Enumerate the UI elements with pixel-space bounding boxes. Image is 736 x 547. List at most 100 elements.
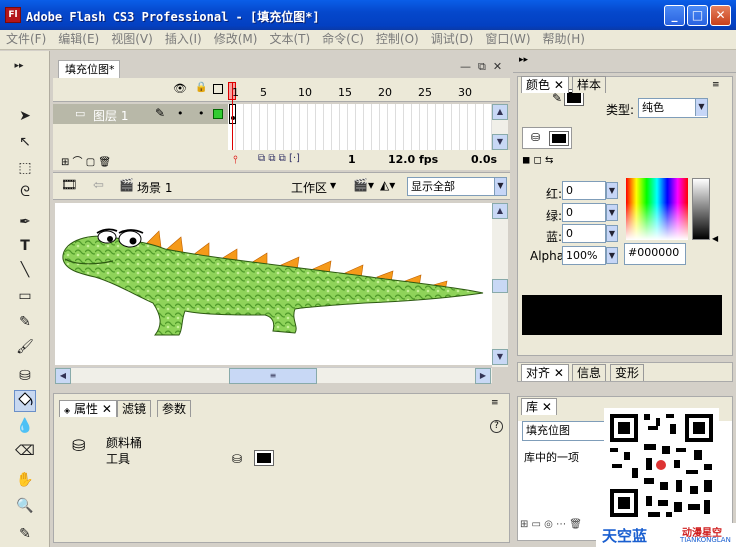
eraser-tool-icon[interactable]: ⌫ bbox=[14, 440, 36, 462]
visible-dot-icon[interactable]: • bbox=[177, 107, 184, 120]
stroke-color-icon[interactable]: ✎ bbox=[14, 523, 36, 545]
maximize-button[interactable]: □ bbox=[687, 5, 708, 26]
paint-bucket-tool-icon[interactable] bbox=[14, 390, 36, 412]
hand-tool-icon[interactable]: ✋ bbox=[14, 469, 36, 491]
chevron-down-icon[interactable]: ▼ bbox=[606, 225, 618, 242]
tab-parameters[interactable]: 参数 bbox=[157, 400, 192, 417]
tab-align[interactable]: 对齐 ✕ bbox=[521, 364, 569, 381]
blue-input[interactable]: 0 bbox=[562, 224, 606, 243]
menu-view[interactable]: 视图(V) bbox=[105, 30, 159, 49]
tab-info[interactable]: 信息 bbox=[572, 364, 607, 381]
color-spectrum[interactable] bbox=[626, 178, 688, 240]
new-symbol-icon[interactable]: ⊞ ▭ ◎ ⋯ 🗑 bbox=[520, 519, 582, 530]
stage[interactable] bbox=[55, 203, 492, 365]
close-button[interactable]: ✕ bbox=[710, 5, 731, 26]
chevron-down-icon[interactable]: ▼ bbox=[606, 182, 618, 199]
lock-icon[interactable]: 🔒 bbox=[195, 82, 207, 93]
scroll-right-icon[interactable]: ▶ bbox=[475, 368, 491, 384]
layer-color-icon[interactable] bbox=[213, 109, 223, 119]
lock-dot-icon[interactable]: • bbox=[198, 107, 205, 120]
green-input[interactable]: 0 bbox=[562, 203, 606, 222]
chevron-down-icon[interactable]: ▼ bbox=[606, 204, 618, 221]
back-arrow-icon[interactable]: ⇦ bbox=[93, 178, 104, 193]
panel-menu-icon[interactable]: ≡ bbox=[712, 80, 720, 90]
watermark-logo: 天空蓝 动漫星空 TIANKONGLAN bbox=[596, 523, 736, 547]
timeline-toggle-icon[interactable]: 🎞 bbox=[61, 178, 78, 193]
menu-text[interactable]: 文本(T) bbox=[263, 30, 316, 49]
free-transform-tool-icon[interactable]: ⬚ bbox=[14, 157, 36, 179]
menu-commands[interactable]: 命令(C) bbox=[316, 30, 370, 49]
tab-swatches[interactable]: 样本 bbox=[572, 76, 607, 93]
red-input[interactable]: 0 bbox=[562, 181, 606, 200]
menu-debug[interactable]: 调试(D) bbox=[425, 30, 480, 49]
document-tab[interactable]: 填充位图* bbox=[58, 60, 120, 78]
ink-bottle-tool-icon[interactable]: ⛁ bbox=[14, 365, 36, 387]
brightness-handle-icon[interactable]: ◀ bbox=[712, 234, 718, 243]
lasso-tool-icon[interactable]: ᘓ bbox=[14, 181, 36, 203]
onion-skin-icon[interactable]: ⧉ ⧉ ⧉ [·] bbox=[258, 153, 300, 164]
doc-window-controls-icon[interactable]: — ⧉ ✕ bbox=[460, 60, 502, 74]
chevron-down-icon[interactable]: ▼ bbox=[494, 178, 506, 195]
tab-filters[interactable]: 滤镜 bbox=[117, 400, 152, 417]
menu-edit[interactable]: 编辑(E) bbox=[52, 30, 105, 49]
layer-row[interactable]: ▭ 图层 1 ✎ • • bbox=[53, 104, 228, 124]
zoom-select[interactable]: 显示全部 ▼ bbox=[407, 177, 507, 196]
scroll-left-icon[interactable]: ◀ bbox=[55, 368, 71, 384]
rectangle-tool-icon[interactable]: ▭ bbox=[14, 285, 36, 307]
scroll-thumb[interactable]: ≡ bbox=[229, 368, 317, 384]
alpha-input[interactable]: 100% bbox=[562, 246, 606, 265]
tools-collapse-icon[interactable]: ▸▸ bbox=[8, 55, 30, 77]
text-tool-icon[interactable]: T bbox=[14, 235, 36, 257]
fill-selector[interactable]: ⛁ bbox=[522, 127, 572, 149]
scroll-up-icon[interactable]: ▲ bbox=[492, 203, 508, 219]
zoom-tool-icon[interactable]: 🔍 bbox=[14, 495, 36, 517]
center-frame-icon[interactable]: ⫯ bbox=[233, 153, 238, 167]
scroll-thumb[interactable] bbox=[492, 279, 508, 293]
pen-tool-icon[interactable]: ✒ bbox=[14, 211, 36, 233]
tab-library[interactable]: 库 ✕ bbox=[521, 398, 557, 415]
stage-vscroll[interactable]: ▲ ▼ bbox=[492, 203, 508, 367]
edit-symbol-icon[interactable]: ◭▾ bbox=[380, 178, 395, 192]
help-icon[interactable]: ? bbox=[490, 420, 503, 433]
fill-color-swatch[interactable] bbox=[549, 131, 569, 146]
menu-modify[interactable]: 修改(M) bbox=[208, 30, 264, 49]
eye-icon[interactable]: 👁 bbox=[173, 82, 187, 95]
workspace-menu[interactable]: 工作区 bbox=[291, 179, 327, 196]
fill-color-swatch[interactable] bbox=[254, 450, 274, 466]
scroll-up-icon[interactable]: ▲ bbox=[492, 104, 508, 120]
selection-tool-icon[interactable]: ➤ bbox=[14, 105, 36, 127]
timeline-vscroll[interactable]: ▲ ▼ bbox=[492, 104, 508, 150]
scroll-down-icon[interactable]: ▼ bbox=[492, 349, 508, 365]
stage-hscroll[interactable]: ◀ ≡ ▶ bbox=[55, 367, 492, 384]
line-tool-icon[interactable]: ╲ bbox=[14, 259, 36, 281]
subselection-tool-icon[interactable]: ↖ bbox=[14, 131, 36, 153]
chevron-down-icon[interactable]: ▼ bbox=[330, 181, 336, 190]
tab-color[interactable]: 颜色 ✕ bbox=[521, 76, 569, 93]
menu-insert[interactable]: 插入(I) bbox=[159, 30, 208, 49]
outline-icon[interactable] bbox=[213, 84, 223, 94]
eyedropper-tool-icon[interactable]: 💧 bbox=[14, 415, 36, 437]
menu-control[interactable]: 控制(O) bbox=[370, 30, 425, 49]
scroll-down-icon[interactable]: ▼ bbox=[492, 134, 508, 150]
hex-input[interactable]: #000000 bbox=[624, 243, 686, 265]
menu-window[interactable]: 窗口(W) bbox=[479, 30, 536, 49]
brush-tool-icon[interactable]: 🖌 bbox=[14, 336, 36, 358]
panel-menu-icon[interactable]: ≡ bbox=[491, 398, 499, 408]
dock-expand-icon[interactable]: ▸▸ bbox=[519, 55, 528, 65]
edit-scene-icon[interactable]: 🎬▾ bbox=[353, 178, 374, 192]
type-select[interactable]: 纯色 ▼ bbox=[638, 98, 708, 118]
tab-properties[interactable]: ◈ 属性 ✕ bbox=[59, 400, 117, 417]
chevron-down-icon[interactable]: ▼ bbox=[606, 247, 618, 264]
menu-help[interactable]: 帮助(H) bbox=[537, 30, 591, 49]
scene-name[interactable]: 场景 1 bbox=[137, 179, 172, 196]
minimize-button[interactable]: _ bbox=[664, 5, 685, 26]
chevron-down-icon[interactable]: ▼ bbox=[695, 99, 707, 116]
swap-colors-icon[interactable]: ◼ ◻ ⇆ bbox=[522, 155, 553, 166]
library-document-select[interactable]: 填充位图 bbox=[522, 421, 612, 441]
menu-file[interactable]: 文件(F) bbox=[0, 30, 52, 49]
add-layer-icon[interactable]: ⊞ ⌒ ▢ 🗑 bbox=[61, 153, 111, 168]
pencil-tool-icon[interactable]: ✎ bbox=[14, 311, 36, 333]
tab-transform[interactable]: 变形 bbox=[610, 364, 645, 381]
timeline-frames[interactable] bbox=[228, 82, 492, 152]
brightness-slider[interactable] bbox=[692, 178, 710, 240]
